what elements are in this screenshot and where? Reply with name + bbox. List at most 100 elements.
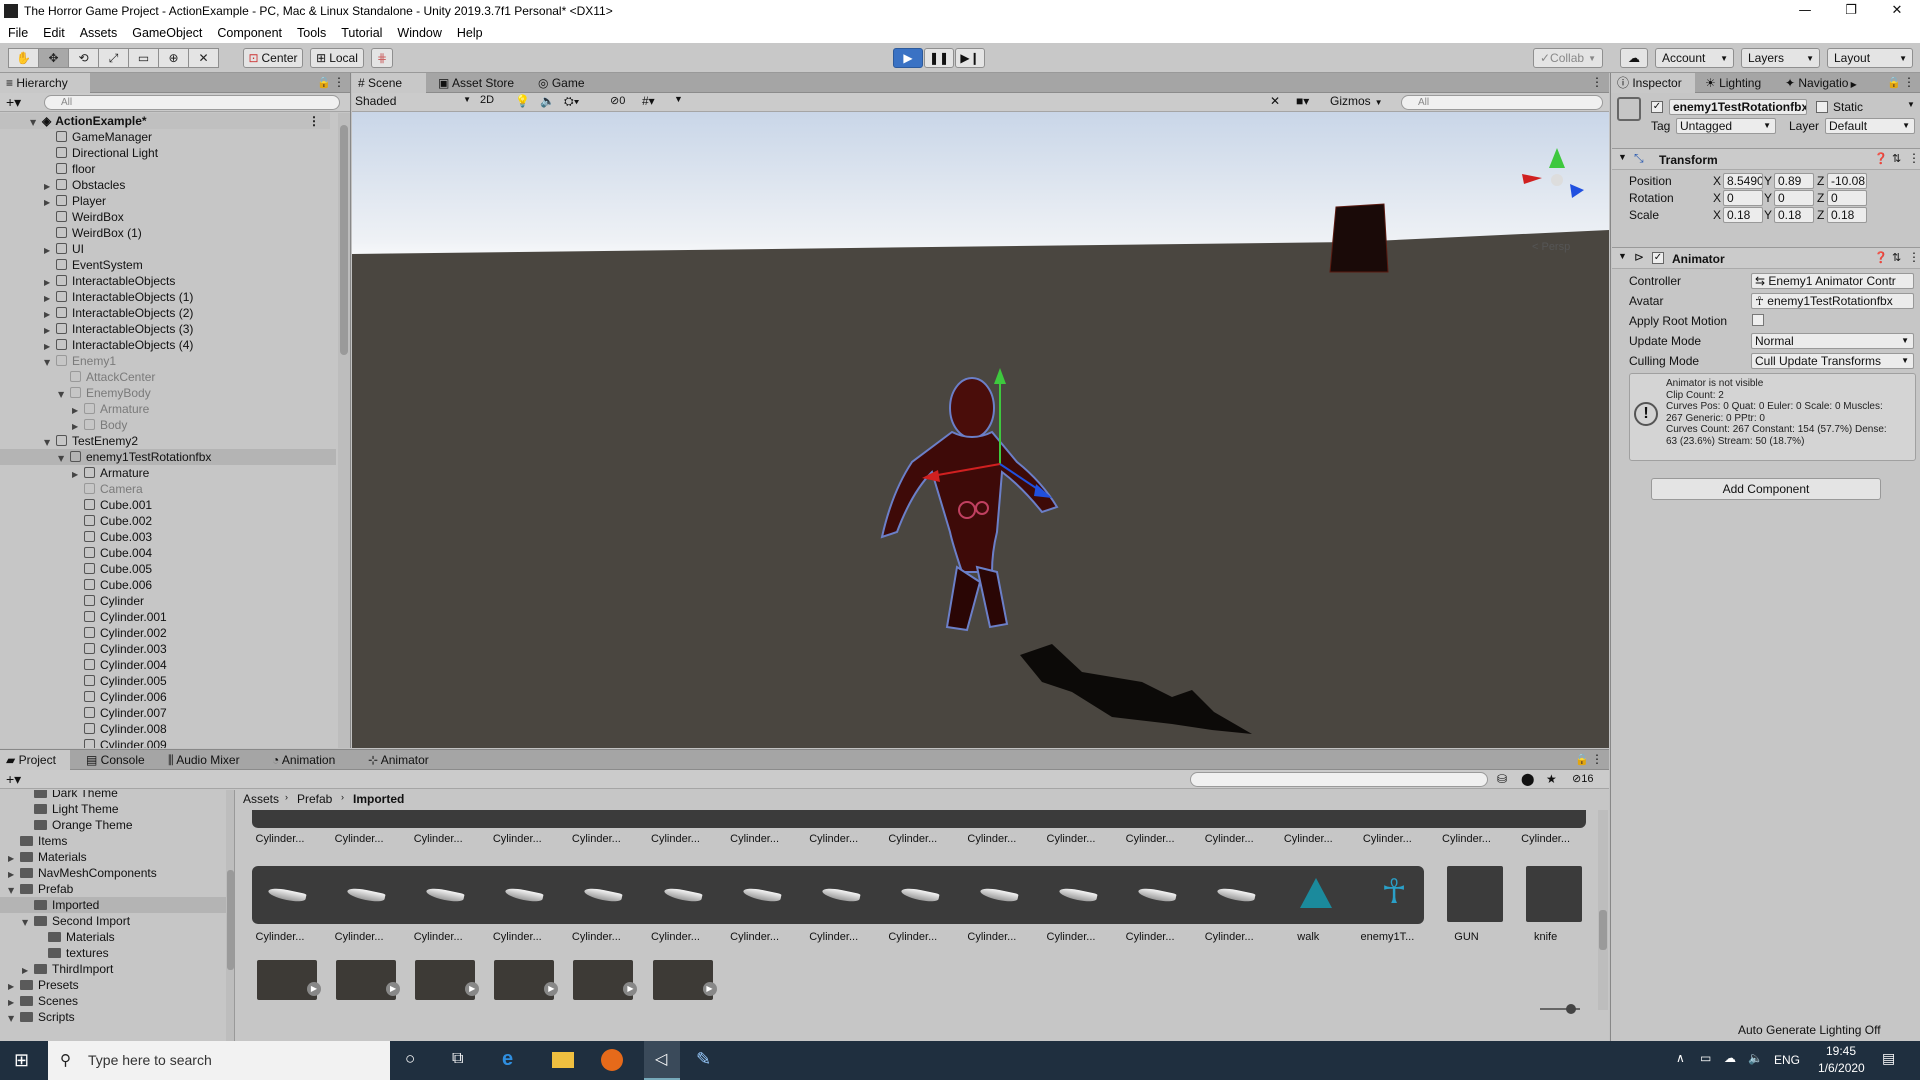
pivot-center-button[interactable]: ⊡ Center bbox=[243, 48, 303, 68]
menu-assets[interactable]: Assets bbox=[72, 26, 125, 40]
notifications-icon[interactable]: ▤ bbox=[1882, 1050, 1895, 1067]
hierarchy-item[interactable]: WeirdBox bbox=[0, 209, 336, 225]
hierarchy-item[interactable]: AttackCenter bbox=[0, 369, 336, 385]
hierarchy-item[interactable]: ▶ Armature bbox=[0, 401, 336, 417]
asset-label[interactable]: Cylinder... bbox=[1432, 833, 1502, 845]
hierarchy-item[interactable]: Cylinder.009 bbox=[0, 737, 336, 748]
windows-start-icon[interactable]: ⊞ bbox=[14, 1050, 29, 1071]
asset-label[interactable]: Cylinder... bbox=[1511, 833, 1581, 845]
task-view-icon[interactable]: ⧉ bbox=[452, 1050, 463, 1068]
tab-asset-store[interactable]: ▣ Asset Store bbox=[432, 73, 522, 93]
asset-label[interactable]: Cylinder... bbox=[720, 833, 790, 845]
asset-label[interactable]: Cylinder... bbox=[324, 931, 394, 943]
hierarchy-item[interactable]: WeirdBox (1) bbox=[0, 225, 336, 241]
hierarchy-item[interactable]: Cylinder.008 bbox=[0, 721, 336, 737]
menu-edit[interactable]: Edit bbox=[35, 26, 72, 40]
avatar-asset-icon[interactable]: ☥ bbox=[1381, 872, 1406, 912]
hierarchy-item[interactable]: Cube.001 bbox=[0, 497, 336, 513]
scene-menu-icon[interactable]: ⋮ bbox=[1591, 75, 1603, 89]
tray-chevron-icon[interactable]: ∧ bbox=[1676, 1051, 1685, 1065]
tab-console[interactable]: ▤ Console bbox=[80, 750, 152, 770]
hierarchy-item[interactable]: Cylinder.007 bbox=[0, 705, 336, 721]
folder-tree-item[interactable]: ▶ NavMeshComponents bbox=[0, 865, 226, 881]
asset-label[interactable]: Cylinder... bbox=[482, 931, 552, 943]
grid-toggle-icon[interactable]: #▾ bbox=[642, 94, 655, 108]
asset-label[interactable]: Cylinder... bbox=[957, 833, 1027, 845]
folder-tree-item[interactable]: Light Theme bbox=[0, 801, 226, 817]
asset-label[interactable]: Cylinder... bbox=[403, 931, 473, 943]
asset-label[interactable]: Cylinder... bbox=[245, 833, 315, 845]
tree-scrollbar[interactable] bbox=[226, 790, 234, 1042]
controller-field[interactable]: ⇆ Enemy1 Animator Contr bbox=[1751, 273, 1914, 289]
create-plus-icon[interactable]: +▾ bbox=[6, 94, 21, 111]
tab-animation[interactable]: ◔ Animation bbox=[266, 750, 356, 770]
icon-size-slider[interactable] bbox=[1540, 1004, 1580, 1014]
hierarchy-item[interactable]: Cube.004 bbox=[0, 545, 336, 561]
folder-tree-item[interactable]: textures bbox=[0, 945, 226, 961]
asset-label[interactable]: Cylinder... bbox=[799, 931, 869, 943]
scene-root-row[interactable]: ▼ ◈ ActionExample* ⋮ bbox=[0, 113, 330, 129]
hidden-packages-count[interactable]: ⊘16 bbox=[1572, 772, 1593, 785]
asset-label[interactable]: walk bbox=[1273, 931, 1343, 943]
model-thumbnail[interactable] bbox=[257, 960, 317, 1000]
menu-gameobject[interactable]: GameObject bbox=[124, 26, 209, 40]
gizmos-dropdown[interactable]: Gizmos ▼ bbox=[1330, 94, 1383, 108]
breadcrumb-imported[interactable]: Imported bbox=[353, 792, 404, 806]
hierarchy-item[interactable]: GameManager bbox=[0, 129, 336, 145]
cortana-icon[interactable]: ○ bbox=[405, 1049, 415, 1069]
hierarchy-item[interactable]: Camera bbox=[0, 481, 336, 497]
transform-x-field[interactable]: 0 bbox=[1723, 190, 1763, 206]
scene-menu-icon[interactable]: ⋮ bbox=[308, 113, 320, 129]
project-create-icon[interactable]: +▾ bbox=[6, 771, 21, 788]
expand-asset-icon[interactable]: ▶ bbox=[465, 982, 480, 996]
hierarchy-item[interactable]: Cube.002 bbox=[0, 513, 336, 529]
viewport-canvas[interactable]: < Persp bbox=[352, 112, 1609, 748]
active-checkbox[interactable]: ✓ bbox=[1651, 101, 1663, 113]
hierarchy-item[interactable]: Cylinder.004 bbox=[0, 657, 336, 673]
onedrive-icon[interactable]: ☁ bbox=[1724, 1051, 1736, 1065]
volume-icon[interactable]: 🔈 bbox=[1748, 1051, 1763, 1065]
cloud-icon[interactable]: ☁ bbox=[1620, 48, 1648, 68]
hierarchy-item[interactable]: floor bbox=[0, 161, 336, 177]
asset-label[interactable]: Cylinder... bbox=[1036, 833, 1106, 845]
static-dropdown-icon[interactable]: ▼ bbox=[1907, 100, 1915, 109]
asset-scroll-thumb[interactable] bbox=[1599, 910, 1607, 950]
asset-label[interactable]: Cylinder... bbox=[799, 833, 869, 845]
scene-search-input[interactable]: All bbox=[1401, 95, 1603, 110]
asset-label[interactable]: Cylinder... bbox=[482, 833, 552, 845]
tag-dropdown[interactable]: Untagged ▼ bbox=[1676, 118, 1776, 134]
play-button[interactable]: ▶ bbox=[893, 48, 923, 68]
hidden-objects-count[interactable]: ⊘0 bbox=[610, 94, 625, 107]
hierarchy-item[interactable]: ▼ TestEnemy2 bbox=[0, 433, 336, 449]
hierarchy-item[interactable]: Cube.003 bbox=[0, 529, 336, 545]
hand-tool-icon[interactable]: ✋ bbox=[8, 48, 39, 68]
hierarchy-item[interactable]: ▶ Armature bbox=[0, 465, 336, 481]
tools-icon[interactable]: ✕ bbox=[1270, 94, 1280, 108]
hierarchy-item[interactable]: ▼ Enemy1 bbox=[0, 353, 336, 369]
hierarchy-item[interactable]: ▶ InteractableObjects (3) bbox=[0, 321, 336, 337]
asset-label[interactable]: Cylinder... bbox=[245, 931, 315, 943]
more-dropdown-icon[interactable]: ▼ bbox=[674, 94, 683, 104]
asset-label[interactable]: Cylinder... bbox=[878, 931, 948, 943]
menu-component[interactable]: Component bbox=[209, 26, 289, 40]
favorite-star-icon[interactable]: ★ bbox=[1546, 772, 1557, 786]
expand-asset-icon[interactable]: ▶ bbox=[544, 982, 559, 996]
animator-enabled-checkbox[interactable]: ✓ bbox=[1652, 252, 1664, 264]
lighting-toggle-icon[interactable]: 💡 bbox=[515, 94, 530, 108]
account-dropdown[interactable]: Account ▼ bbox=[1655, 48, 1734, 68]
help-icon[interactable]: ❓ bbox=[1874, 251, 1888, 264]
layers-dropdown[interactable]: Layers ▼ bbox=[1741, 48, 1820, 68]
asset-label[interactable]: Cylinder... bbox=[1115, 833, 1185, 845]
component-menu-icon[interactable]: ⋮ bbox=[1908, 250, 1920, 264]
asset-grid-scrollbar[interactable] bbox=[1598, 810, 1608, 1010]
transform-y-field[interactable]: 0.18 bbox=[1774, 207, 1814, 223]
pause-button[interactable]: ❚❚ bbox=[924, 48, 954, 68]
unity-taskbar-icon[interactable]: ◁ bbox=[644, 1041, 680, 1080]
transform-header[interactable]: ▼ ⤡ Transform ❓ ⇅ ⋮ bbox=[1612, 148, 1920, 170]
visual-studio-icon[interactable]: ✎ bbox=[696, 1049, 711, 1070]
transform-z-field[interactable]: -10.081 bbox=[1827, 173, 1867, 189]
root-motion-checkbox[interactable] bbox=[1752, 314, 1764, 326]
edge-browser-icon[interactable]: e bbox=[502, 1048, 513, 1071]
clock-date[interactable]: 1/6/2020 bbox=[1818, 1061, 1865, 1075]
scroll-thumb[interactable] bbox=[340, 125, 348, 355]
